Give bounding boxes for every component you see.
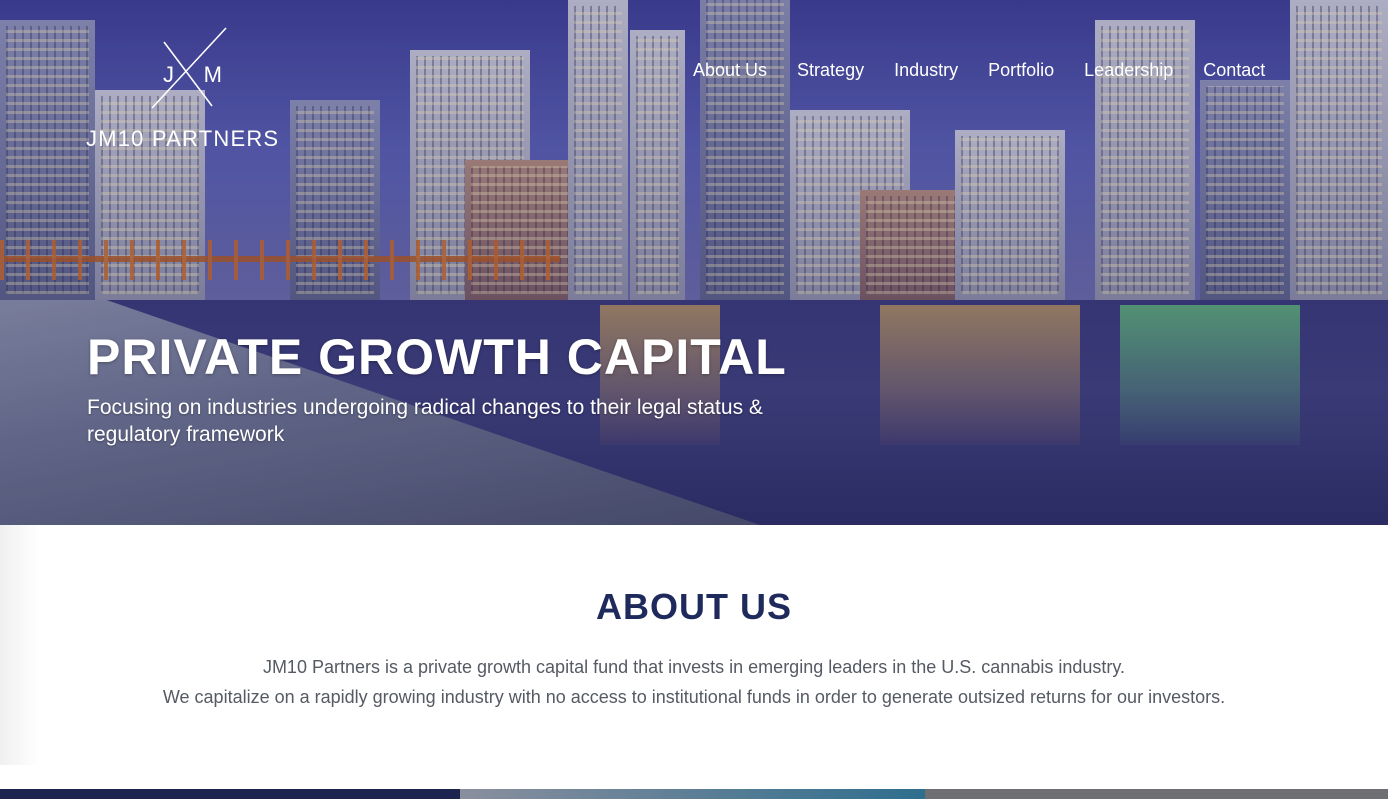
nav-item-leadership[interactable]: Leadership — [1084, 60, 1173, 81]
hero-subtitle: Focusing on industries undergoing radica… — [87, 396, 763, 446]
nav-item-contact[interactable]: Contact — [1203, 60, 1265, 81]
nav-item-industry[interactable]: Industry — [894, 60, 958, 81]
main-nav: About Us Strategy Industry Portfolio Lea… — [693, 60, 1265, 81]
nav-item-portfolio[interactable]: Portfolio — [988, 60, 1054, 81]
brand-logo[interactable]: J M JM10 PARTNERS — [86, 26, 296, 152]
logo-wordmark: JM10 PARTNERS — [86, 126, 280, 151]
footer-strip-gray — [925, 789, 1388, 799]
nav-item-strategy[interactable]: Strategy — [797, 60, 864, 81]
about-title: ABOUT US — [596, 586, 792, 627]
about-edge-shadow — [0, 525, 40, 765]
logo-monogram-left: J — [163, 62, 175, 87]
footer-strip-navy — [0, 789, 460, 799]
logo-monogram-right: M — [203, 62, 223, 87]
about-paragraph-2: We capitalize on a rapidly growing indus… — [162, 687, 1226, 707]
logo-monogram: J M — [163, 62, 223, 88]
hero-section: J M JM10 PARTNERS About Us Strategy Indu… — [0, 0, 1388, 525]
footer-strip-gradient — [460, 789, 925, 799]
nav-item-about-us[interactable]: About Us — [693, 60, 767, 81]
about-paragraph-1: JM10 Partners is a private growth capita… — [262, 657, 1126, 677]
hero-title: PRIVATE GROWTH CAPITAL — [87, 329, 787, 385]
